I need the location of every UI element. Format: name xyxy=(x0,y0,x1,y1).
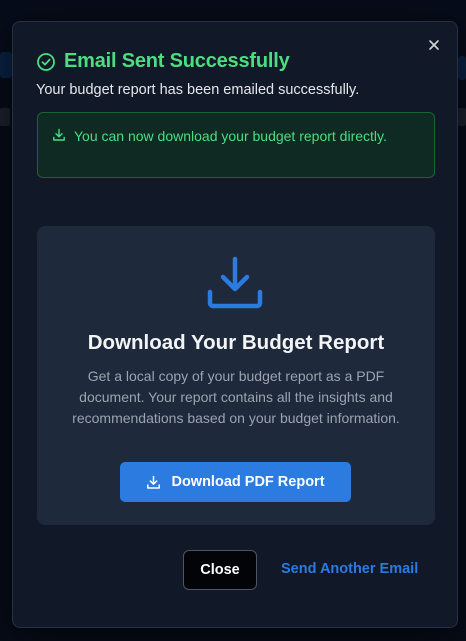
check-circle-icon xyxy=(36,52,56,72)
send-another-email-link[interactable]: Send Another Email xyxy=(281,561,418,577)
dialog-header: Email Sent Successfully Your budget repo… xyxy=(36,50,417,98)
download-notice: You can now download your budget report … xyxy=(37,112,435,178)
download-pdf-button[interactable]: Download PDF Report xyxy=(120,462,351,502)
dialog-subtitle: Your budget report has been emailed succ… xyxy=(36,82,360,98)
download-icon xyxy=(146,475,161,490)
download-card: Download Your Budget Report Get a local … xyxy=(37,226,435,525)
close-icon[interactable] xyxy=(427,38,441,52)
notice-text: You can now download your budget report … xyxy=(74,128,387,144)
download-icon xyxy=(52,128,66,142)
email-sent-dialog: Email Sent Successfully Your budget repo… xyxy=(12,21,458,628)
dialog-title: Email Sent Successfully xyxy=(64,50,290,72)
download-icon xyxy=(206,254,264,312)
card-description: Get a local copy of your budget report a… xyxy=(72,368,400,426)
card-title: Download Your Budget Report xyxy=(87,331,385,354)
title-row: Email Sent Successfully xyxy=(36,50,417,73)
close-button[interactable]: Close xyxy=(183,550,257,590)
download-pdf-button-label: Download PDF Report xyxy=(171,474,325,490)
